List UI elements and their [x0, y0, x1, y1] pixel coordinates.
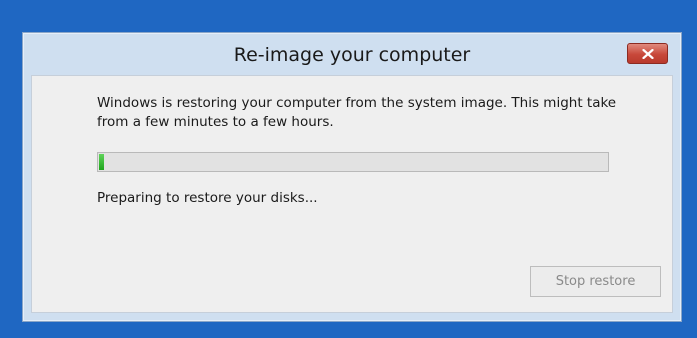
dialog-content: Windows is restoring your computer from …	[31, 75, 673, 313]
window-title: Re-image your computer	[233, 44, 471, 66]
restore-message: Windows is restoring your computer from …	[97, 95, 617, 130]
progress-fill	[99, 154, 105, 170]
restore-progress-bar	[97, 152, 609, 172]
close-icon	[641, 48, 654, 59]
stop-restore-button[interactable]: Stop restore	[530, 266, 661, 297]
title-bar[interactable]: Re-image your computer	[23, 33, 681, 75]
status-text: Preparing to restore your disks...	[97, 190, 318, 206]
close-button[interactable]	[627, 43, 668, 64]
reimage-dialog: Re-image your computer Windows is restor…	[22, 32, 682, 322]
